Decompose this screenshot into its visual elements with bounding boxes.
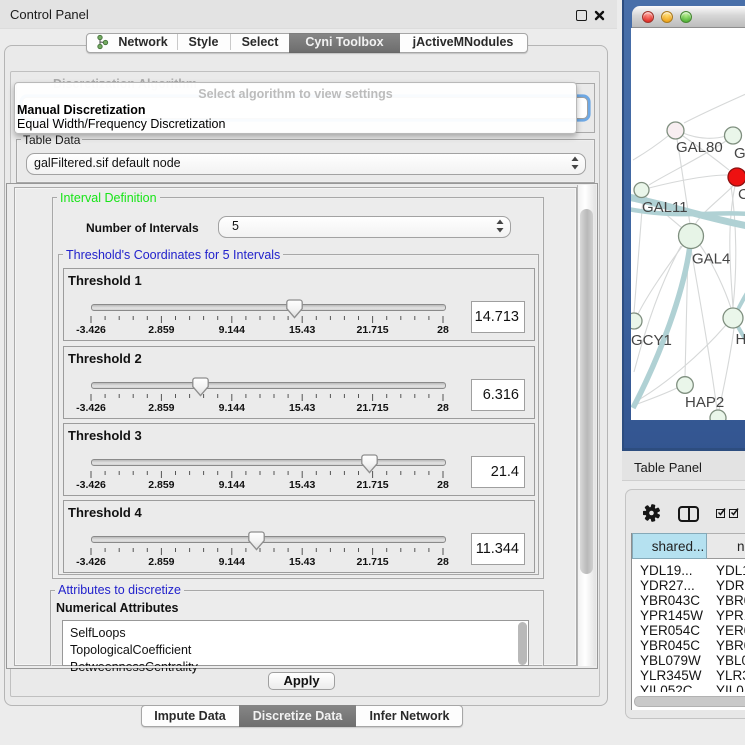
svg-text:GAL4: GAL4 bbox=[692, 251, 730, 268]
svg-text:C: C bbox=[738, 186, 745, 203]
svg-text:GAL11: GAL11 bbox=[642, 199, 688, 216]
svg-text:GA: GA bbox=[734, 145, 745, 162]
svg-text:GAL80: GAL80 bbox=[676, 139, 723, 156]
svg-text:HAP2: HAP2 bbox=[685, 394, 724, 411]
svg-text:H: H bbox=[736, 331, 745, 348]
svg-text:GCY1: GCY1 bbox=[631, 332, 672, 349]
